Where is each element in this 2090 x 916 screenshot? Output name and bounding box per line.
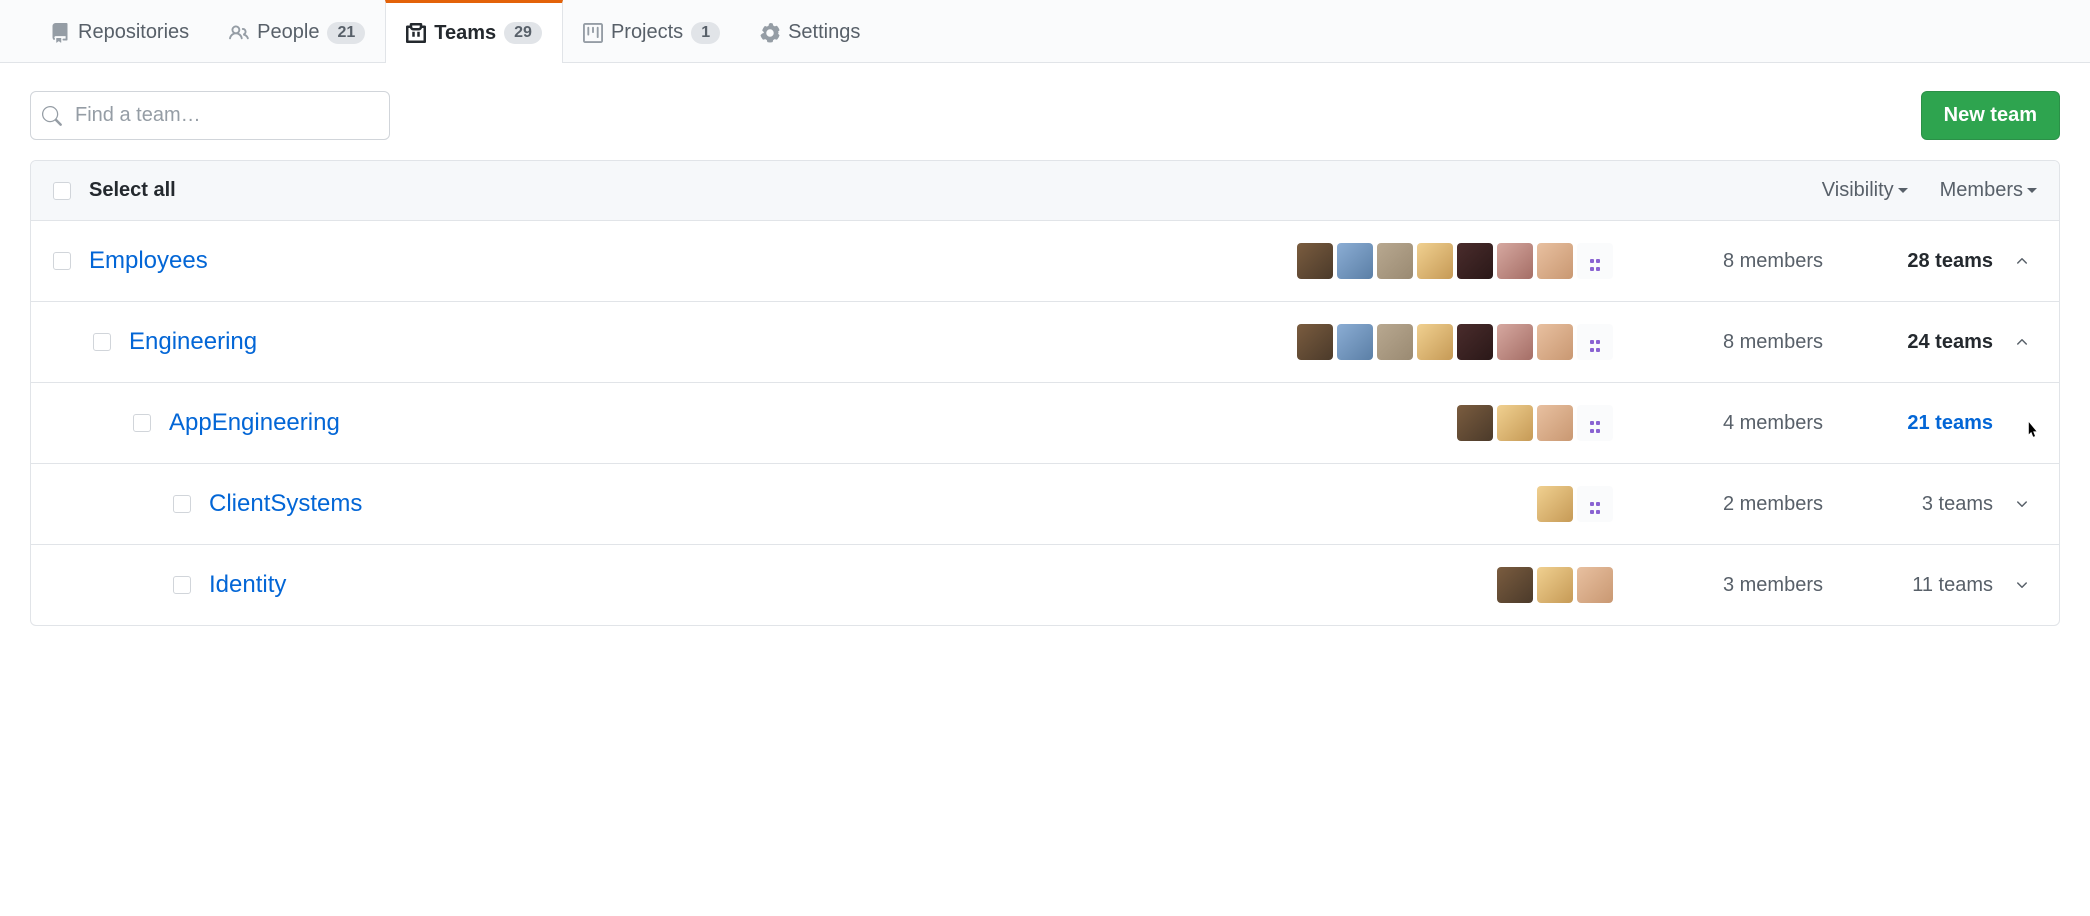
- visibility-dropdown[interactable]: Visibility: [1822, 179, 1908, 202]
- avatar[interactable]: [1537, 405, 1573, 441]
- members-count: 4 members: [1673, 412, 1823, 435]
- avatar[interactable]: [1497, 405, 1533, 441]
- avatar[interactable]: [1377, 243, 1413, 279]
- team-row: Engineering 8 members 24 teams: [31, 302, 2059, 383]
- team-link[interactable]: Identity: [209, 571, 286, 599]
- new-team-button[interactable]: New team: [1921, 91, 2060, 140]
- members-count: 3 members: [1673, 574, 1823, 597]
- avatar[interactable]: [1337, 324, 1373, 360]
- team-link[interactable]: AppEngineering: [169, 409, 340, 437]
- select-all-checkbox[interactable]: [53, 182, 71, 200]
- team-row: ClientSystems 2 members 3 teams: [31, 464, 2059, 545]
- avatar[interactable]: [1537, 567, 1573, 603]
- tab-label: Settings: [788, 21, 860, 44]
- members-count: 8 members: [1673, 250, 1823, 273]
- avatar[interactable]: [1417, 324, 1453, 360]
- tab-label: People: [257, 21, 319, 44]
- teams-count: 29: [504, 22, 542, 44]
- expand-toggle[interactable]: [2007, 496, 2037, 512]
- team-row: Identity 3 members 11 teams: [31, 545, 2059, 625]
- caret-down-icon: [2027, 188, 2037, 193]
- subteams-count: 24 teams: [1843, 331, 1993, 354]
- avatar[interactable]: [1537, 243, 1573, 279]
- team-link[interactable]: Engineering: [129, 328, 257, 356]
- projects-count: 1: [691, 22, 720, 44]
- members-dropdown[interactable]: Members: [1940, 179, 2037, 202]
- team-row: AppEngineering 4 members 21 teams: [31, 383, 2059, 464]
- search-input[interactable]: [30, 91, 390, 140]
- avatar[interactable]: [1497, 243, 1533, 279]
- repo-icon: [50, 23, 70, 43]
- tab-settings[interactable]: Settings: [740, 0, 880, 62]
- chevron-up-icon: [2014, 334, 2030, 350]
- avatar[interactable]: [1537, 324, 1573, 360]
- list-header: Select all Visibility Members: [31, 161, 2059, 221]
- search-wrap: [30, 91, 390, 140]
- subteams-count: 11 teams: [1843, 574, 1993, 597]
- avatar[interactable]: [1377, 324, 1413, 360]
- avatar[interactable]: [1457, 243, 1493, 279]
- tab-label: Repositories: [78, 21, 189, 44]
- row-checkbox[interactable]: [173, 576, 191, 594]
- avatar-more[interactable]: [1577, 243, 1613, 279]
- members-count: 2 members: [1673, 493, 1823, 516]
- collapse-toggle[interactable]: [2007, 253, 2037, 269]
- tab-label: Projects: [611, 21, 683, 44]
- chevron-up-icon: [2014, 253, 2030, 269]
- avatar[interactable]: [1297, 243, 1333, 279]
- people-count: 21: [327, 22, 365, 44]
- row-checkbox[interactable]: [133, 414, 151, 432]
- subteams-count[interactable]: 21 teams: [1843, 412, 1993, 435]
- teams-list: Select all Visibility Members Employees …: [30, 160, 2060, 626]
- tab-repositories[interactable]: Repositories: [30, 0, 209, 62]
- avatar[interactable]: [1417, 243, 1453, 279]
- avatar-stack: [1457, 405, 1613, 441]
- avatar[interactable]: [1457, 405, 1493, 441]
- avatar[interactable]: [1537, 486, 1573, 522]
- tab-people[interactable]: People 21: [209, 0, 385, 62]
- avatar-more[interactable]: [1577, 486, 1613, 522]
- select-all-label: Select all: [89, 179, 176, 202]
- tab-teams[interactable]: Teams 29: [385, 0, 563, 63]
- avatar-more[interactable]: [1577, 405, 1613, 441]
- collapse-toggle[interactable]: [2007, 334, 2037, 350]
- team-link[interactable]: Employees: [89, 247, 208, 275]
- subteams-count: 28 teams: [1843, 250, 1993, 273]
- avatar-stack: [1497, 567, 1613, 603]
- team-link[interactable]: ClientSystems: [209, 490, 362, 518]
- row-checkbox[interactable]: [173, 495, 191, 513]
- avatar[interactable]: [1497, 567, 1533, 603]
- avatar-stack: [1537, 486, 1613, 522]
- chevron-down-icon: [2014, 496, 2030, 512]
- avatar-stack: [1297, 243, 1613, 279]
- row-checkbox[interactable]: [53, 252, 71, 270]
- avatar-more[interactable]: [1577, 324, 1613, 360]
- avatar[interactable]: [1577, 567, 1613, 603]
- expand-toggle[interactable]: [2007, 577, 2037, 593]
- members-count: 8 members: [1673, 331, 1823, 354]
- tab-label: Teams: [434, 22, 496, 45]
- org-tabs: Repositories People 21 Teams 29 Projects…: [0, 0, 2090, 63]
- subteams-count: 3 teams: [1843, 493, 1993, 516]
- project-icon: [583, 23, 603, 43]
- people-icon: [229, 23, 249, 43]
- avatar-stack: [1297, 324, 1613, 360]
- chevron-down-icon: [2014, 577, 2030, 593]
- toolbar: New team: [0, 63, 2090, 160]
- gear-icon: [760, 23, 780, 43]
- avatar[interactable]: [1457, 324, 1493, 360]
- caret-down-icon: [1898, 188, 1908, 193]
- avatar[interactable]: [1297, 324, 1333, 360]
- team-row: Employees 8 members 28 teams: [31, 221, 2059, 302]
- tab-projects[interactable]: Projects 1: [563, 0, 740, 62]
- jersey-icon: [406, 23, 426, 43]
- avatar[interactable]: [1337, 243, 1373, 279]
- avatar[interactable]: [1497, 324, 1533, 360]
- row-checkbox[interactable]: [93, 333, 111, 351]
- search-icon: [42, 106, 62, 126]
